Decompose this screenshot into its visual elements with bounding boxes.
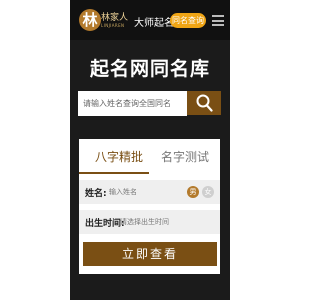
tab-bazi[interactable]: 八字精批 xyxy=(95,148,143,165)
name-label: 姓名: xyxy=(85,189,107,199)
gender-male-option[interactable]: 男 xyxy=(187,186,199,198)
search-icon xyxy=(196,94,213,112)
form-card: 八字精批 名字测试 姓名: 男 女 出生时间: 立即查看 xyxy=(79,139,220,274)
name-input[interactable] xyxy=(109,182,179,202)
menu-icon[interactable] xyxy=(212,15,224,26)
birth-time-field: 出生时间: xyxy=(79,210,220,234)
submit-button[interactable]: 立即查看 xyxy=(83,242,217,266)
logo-subtitle: LINJIAREN xyxy=(101,23,125,28)
tab-name-test[interactable]: 名字测试 xyxy=(161,148,209,165)
search-box xyxy=(78,91,187,116)
page-title: 起名网同名库 xyxy=(89,58,210,80)
gender-female-option[interactable]: 女 xyxy=(202,186,214,198)
logo-icon[interactable]: 林 xyxy=(79,9,101,31)
nav-same-name-query-button[interactable]: 同名查询 xyxy=(170,13,206,28)
name-field: 姓名: 男 女 xyxy=(79,180,220,204)
search-input[interactable] xyxy=(78,91,187,116)
nav-master-naming-link[interactable]: 大师起名 xyxy=(134,14,174,29)
logo-title: 林家人 xyxy=(101,13,129,23)
search-button[interactable] xyxy=(187,91,221,115)
page: 林 林家人 LINJIAREN 大师起名 同名查询 起名网同名库 八字精批 名字… xyxy=(0,0,300,300)
birth-time-label: 出生时间: xyxy=(85,219,125,229)
active-tab-underline xyxy=(79,172,149,174)
birth-time-input[interactable] xyxy=(120,212,210,232)
